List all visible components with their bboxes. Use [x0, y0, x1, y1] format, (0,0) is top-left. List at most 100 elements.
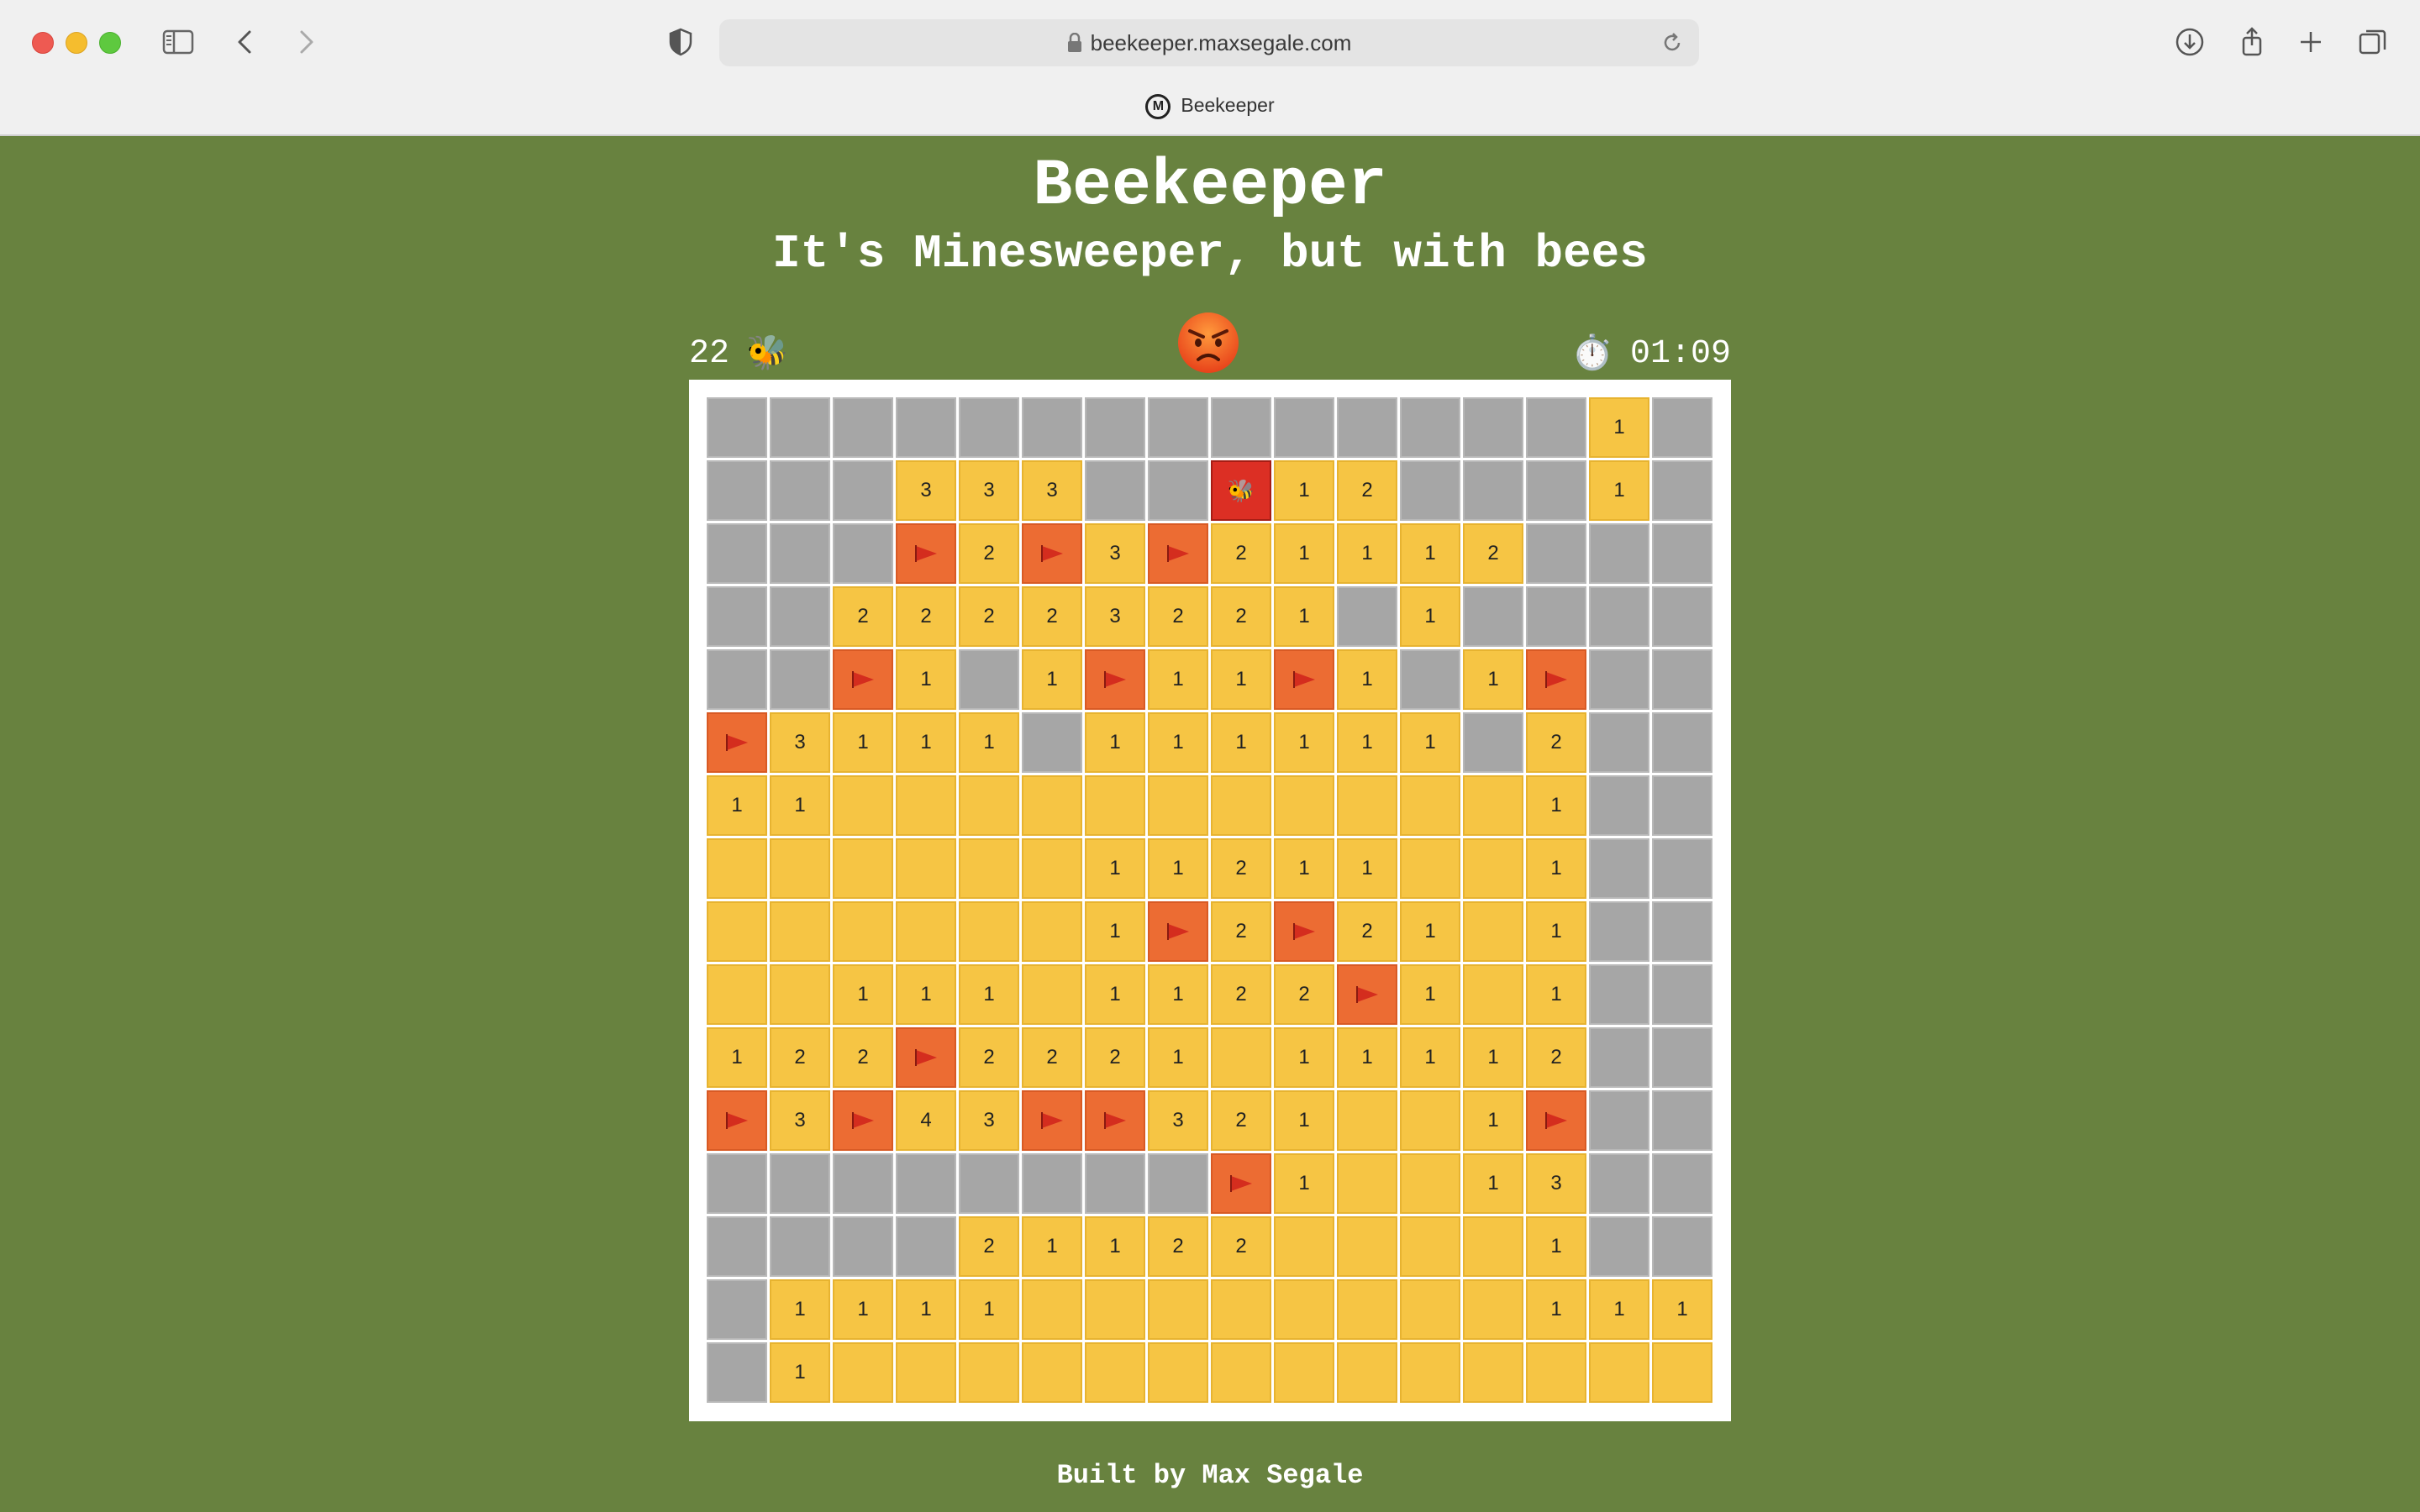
number-cell[interactable]: 2	[1148, 1216, 1208, 1277]
open-cell[interactable]	[1337, 1216, 1397, 1277]
number-cell[interactable]: 2	[1211, 901, 1271, 962]
hidden-cell[interactable]	[707, 523, 767, 584]
flagged-cell[interactable]	[1022, 523, 1082, 584]
bee-cell[interactable]: 🐝	[1211, 460, 1271, 521]
hidden-cell[interactable]	[770, 460, 830, 521]
number-cell[interactable]: 1	[1274, 712, 1334, 773]
open-cell[interactable]	[770, 838, 830, 899]
number-cell[interactable]: 1	[896, 964, 956, 1025]
hidden-cell[interactable]	[1463, 397, 1523, 458]
flagged-cell[interactable]	[896, 523, 956, 584]
number-cell[interactable]: 1	[896, 712, 956, 773]
number-cell[interactable]: 1	[1526, 775, 1586, 836]
open-cell[interactable]	[1463, 901, 1523, 962]
hidden-cell[interactable]	[1589, 1027, 1649, 1088]
number-cell[interactable]: 2	[896, 586, 956, 647]
open-cell[interactable]	[1463, 838, 1523, 899]
hidden-cell[interactable]	[959, 397, 1019, 458]
open-cell[interactable]	[1400, 838, 1460, 899]
number-cell[interactable]: 3	[896, 460, 956, 521]
number-cell[interactable]: 1	[1463, 1027, 1523, 1088]
number-cell[interactable]: 1	[1211, 712, 1271, 773]
hidden-cell[interactable]	[1211, 397, 1271, 458]
number-cell[interactable]: 1	[1400, 712, 1460, 773]
open-cell[interactable]	[1274, 1342, 1334, 1403]
number-cell[interactable]: 1	[1526, 1279, 1586, 1340]
number-cell[interactable]: 1	[1463, 1090, 1523, 1151]
hidden-cell[interactable]	[1652, 775, 1712, 836]
hidden-cell[interactable]	[707, 1279, 767, 1340]
number-cell[interactable]: 2	[1337, 901, 1397, 962]
number-cell[interactable]: 1	[1589, 460, 1649, 521]
number-cell[interactable]: 1	[1526, 838, 1586, 899]
number-cell[interactable]: 1	[1022, 1216, 1082, 1277]
open-cell[interactable]	[1337, 1279, 1397, 1340]
hidden-cell[interactable]	[959, 1153, 1019, 1214]
number-cell[interactable]: 1	[707, 1027, 767, 1088]
flagged-cell[interactable]	[833, 1090, 893, 1151]
number-cell[interactable]: 1	[1148, 1027, 1208, 1088]
open-cell[interactable]	[1400, 1216, 1460, 1277]
hidden-cell[interactable]	[1526, 397, 1586, 458]
hidden-cell[interactable]	[770, 397, 830, 458]
flagged-cell[interactable]	[833, 649, 893, 710]
number-cell[interactable]: 1	[1589, 397, 1649, 458]
number-cell[interactable]: 1	[1337, 1027, 1397, 1088]
flagged-cell[interactable]	[707, 1090, 767, 1151]
number-cell[interactable]: 1	[1274, 1153, 1334, 1214]
hidden-cell[interactable]	[707, 649, 767, 710]
hidden-cell[interactable]	[1652, 649, 1712, 710]
number-cell[interactable]: 4	[896, 1090, 956, 1151]
open-cell[interactable]	[1085, 1279, 1145, 1340]
number-cell[interactable]: 1	[1337, 838, 1397, 899]
privacy-shield-icon[interactable]	[664, 25, 697, 59]
number-cell[interactable]: 2	[959, 523, 1019, 584]
open-cell[interactable]	[1400, 1090, 1460, 1151]
open-cell[interactable]	[1211, 1027, 1271, 1088]
number-cell[interactable]: 1	[1274, 460, 1334, 521]
hidden-cell[interactable]	[1652, 901, 1712, 962]
number-cell[interactable]: 1	[1463, 649, 1523, 710]
open-cell[interactable]	[1274, 1216, 1334, 1277]
hidden-cell[interactable]	[1589, 1090, 1649, 1151]
hidden-cell[interactable]	[707, 1153, 767, 1214]
hidden-cell[interactable]	[1652, 964, 1712, 1025]
open-cell[interactable]	[1400, 1279, 1460, 1340]
hidden-cell[interactable]	[1652, 838, 1712, 899]
open-cell[interactable]	[1337, 775, 1397, 836]
hidden-cell[interactable]	[1589, 649, 1649, 710]
open-cell[interactable]	[1211, 1279, 1271, 1340]
flagged-cell[interactable]	[1337, 964, 1397, 1025]
hidden-cell[interactable]	[833, 1153, 893, 1214]
hidden-cell[interactable]	[1148, 397, 1208, 458]
fullscreen-window-button[interactable]	[99, 32, 121, 54]
hidden-cell[interactable]	[1652, 712, 1712, 773]
hidden-cell[interactable]	[1652, 1090, 1712, 1151]
angry-face-icon[interactable]	[1176, 311, 1240, 375]
number-cell[interactable]: 2	[1274, 964, 1334, 1025]
close-window-button[interactable]	[32, 32, 54, 54]
hidden-cell[interactable]	[1085, 397, 1145, 458]
hidden-cell[interactable]	[896, 1216, 956, 1277]
hidden-cell[interactable]	[707, 586, 767, 647]
hidden-cell[interactable]	[1337, 397, 1397, 458]
open-cell[interactable]	[1400, 1153, 1460, 1214]
number-cell[interactable]: 2	[959, 1027, 1019, 1088]
number-cell[interactable]: 2	[959, 1216, 1019, 1277]
open-cell[interactable]	[1085, 775, 1145, 836]
number-cell[interactable]: 2	[1526, 1027, 1586, 1088]
number-cell[interactable]: 3	[770, 712, 830, 773]
number-cell[interactable]: 2	[1211, 586, 1271, 647]
number-cell[interactable]: 1	[1274, 1027, 1334, 1088]
number-cell[interactable]: 1	[770, 775, 830, 836]
number-cell[interactable]: 1	[1526, 1216, 1586, 1277]
number-cell[interactable]: 3	[959, 460, 1019, 521]
number-cell[interactable]: 1	[1274, 523, 1334, 584]
open-cell[interactable]	[1463, 964, 1523, 1025]
number-cell[interactable]: 3	[770, 1090, 830, 1151]
open-cell[interactable]	[1211, 775, 1271, 836]
hidden-cell[interactable]	[1337, 586, 1397, 647]
open-cell[interactable]	[1526, 1342, 1586, 1403]
number-cell[interactable]: 1	[1337, 649, 1397, 710]
number-cell[interactable]: 1	[1148, 649, 1208, 710]
